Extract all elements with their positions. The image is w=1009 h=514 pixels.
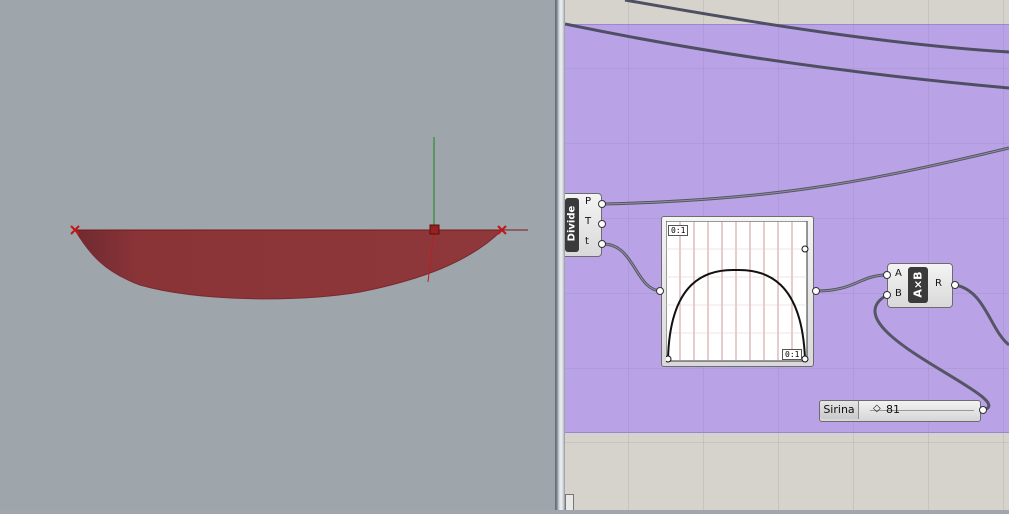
multiply-output-port-r[interactable] <box>951 281 959 289</box>
divide-output-port-t-upper[interactable] <box>598 220 606 228</box>
graph-mapper-input-port[interactable] <box>656 287 664 295</box>
canvas-scroll-corner[interactable] <box>565 494 574 510</box>
output-label-p: P <box>585 196 592 207</box>
gumball-handle[interactable] <box>429 224 440 235</box>
wire <box>624 0 1009 54</box>
multiply-input-port-a[interactable] <box>883 271 891 279</box>
grasshopper-canvas[interactable]: Divide P T t 0:1 0:1 A B A×B R Sirina ◇ … <box>565 0 1009 510</box>
pane-splitter[interactable] <box>555 0 565 510</box>
rhino-viewport[interactable] <box>0 0 555 510</box>
domain-bottom-tag[interactable]: 0:1 <box>782 349 803 360</box>
divide-curve-component[interactable]: Divide P T t <box>565 193 602 257</box>
wire <box>565 22 1009 90</box>
output-label-t-upper: T <box>585 216 592 227</box>
graph-mapper-component[interactable]: 0:1 0:1 <box>661 216 814 367</box>
wire <box>602 242 662 293</box>
domain-top-tag[interactable]: 0:1 <box>668 225 689 236</box>
slider-output-port[interactable] <box>979 406 987 414</box>
output-label-t: t <box>585 236 589 247</box>
wire <box>602 146 1009 206</box>
slider-value: 81 <box>886 403 900 416</box>
multiply-label: A×B <box>911 271 925 298</box>
divide-label-strip: Divide <box>565 198 579 252</box>
graph-mapper-output-port[interactable] <box>812 287 820 295</box>
mapper-handle[interactable] <box>801 245 809 253</box>
input-label-b: B <box>895 288 902 299</box>
multiply-input-port-b[interactable] <box>883 291 891 299</box>
divide-output-port-t[interactable] <box>598 240 606 248</box>
slider-grip-icon[interactable]: ◇ <box>873 403 881 414</box>
mapper-handle[interactable] <box>666 355 672 363</box>
divide-output-port-p[interactable] <box>598 200 606 208</box>
graph-mapper-plot[interactable] <box>666 221 809 363</box>
input-label-a: A <box>895 268 902 279</box>
divide-label: Divide <box>566 205 578 242</box>
multiply-label-strip: A×B <box>908 267 928 303</box>
multiply-component[interactable]: A B A×B R <box>887 263 953 308</box>
output-label-r: R <box>935 278 942 289</box>
wire <box>816 273 888 293</box>
number-slider[interactable]: Sirina ◇ 81 <box>819 400 981 422</box>
hull-surface <box>74 229 504 300</box>
wire <box>873 293 991 412</box>
mapper-handle[interactable] <box>801 355 809 363</box>
slider-name: Sirina <box>820 401 859 419</box>
viewport-scene <box>70 137 528 300</box>
wire <box>954 283 1009 347</box>
